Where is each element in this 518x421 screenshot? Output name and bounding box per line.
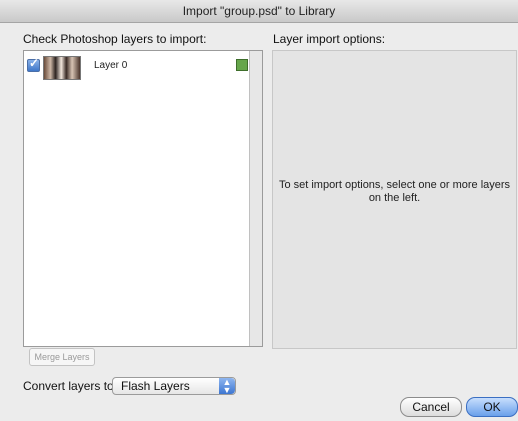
layer-status-icon (236, 59, 248, 71)
layer-list-scrollbar[interactable] (249, 51, 262, 346)
convert-selected-value: Flash Layers (121, 379, 190, 393)
layers-heading: Check Photoshop layers to import: (23, 32, 207, 46)
select-arrows-icon[interactable]: ▲ ▼ (219, 378, 235, 395)
layer-row[interactable]: ✓ Layer 0 (26, 55, 248, 80)
checkmark-icon: ✓ (29, 56, 40, 70)
title-bar[interactable]: Import "group.psd" to Library (0, 0, 518, 23)
cancel-button[interactable]: Cancel (400, 397, 462, 417)
options-panel: To set import options, select one or mor… (272, 50, 517, 349)
convert-layers-select[interactable]: Flash Layers ▲ ▼ (112, 377, 236, 395)
window-title: Import "group.psd" to Library (182, 4, 336, 18)
options-message: To set import options, select one or mor… (278, 179, 511, 204)
ok-button[interactable]: OK (466, 397, 518, 417)
layer-name: Layer 0 (94, 60, 128, 71)
layer-checkbox[interactable]: ✓ (27, 56, 40, 72)
options-heading: Layer import options: (273, 32, 386, 46)
dialog-window: Import "group.psd" to Library Check Phot… (0, 0, 518, 421)
layer-thumbnail (43, 56, 81, 80)
layer-list[interactable]: ✓ Layer 0 (23, 50, 263, 347)
merge-layers-button[interactable]: Merge Layers (29, 348, 95, 366)
convert-label: Convert layers to: (23, 379, 118, 393)
